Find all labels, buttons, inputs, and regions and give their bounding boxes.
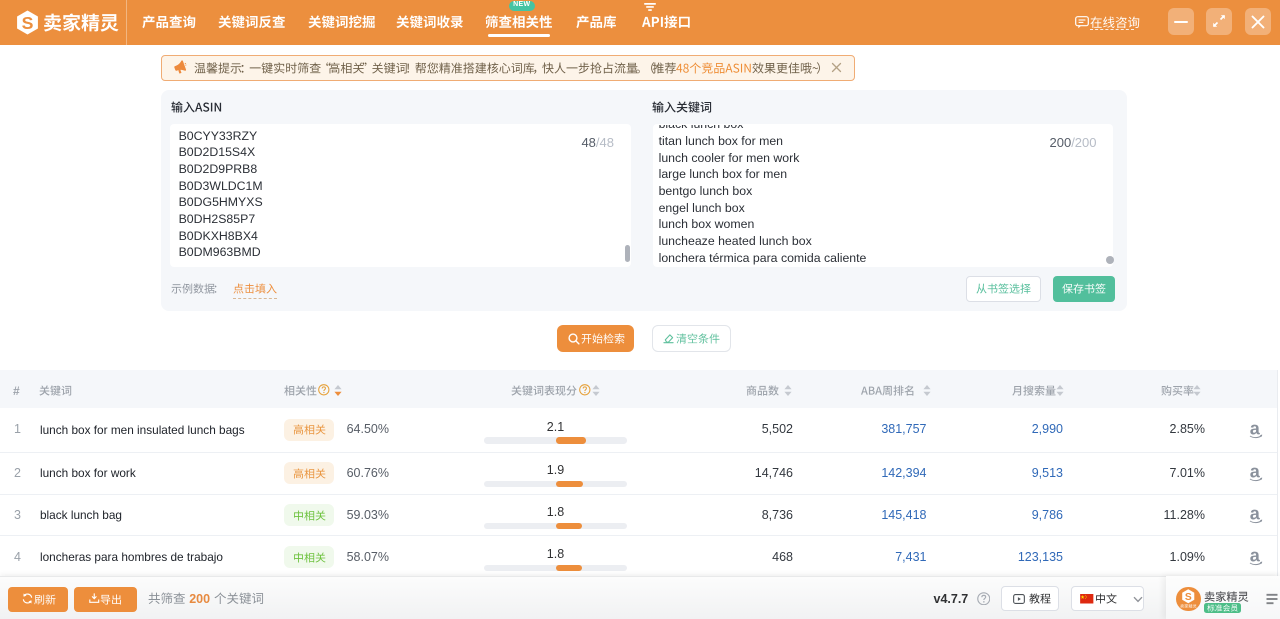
svg-text:S: S	[22, 13, 34, 33]
svg-text:S: S	[1185, 592, 1192, 603]
